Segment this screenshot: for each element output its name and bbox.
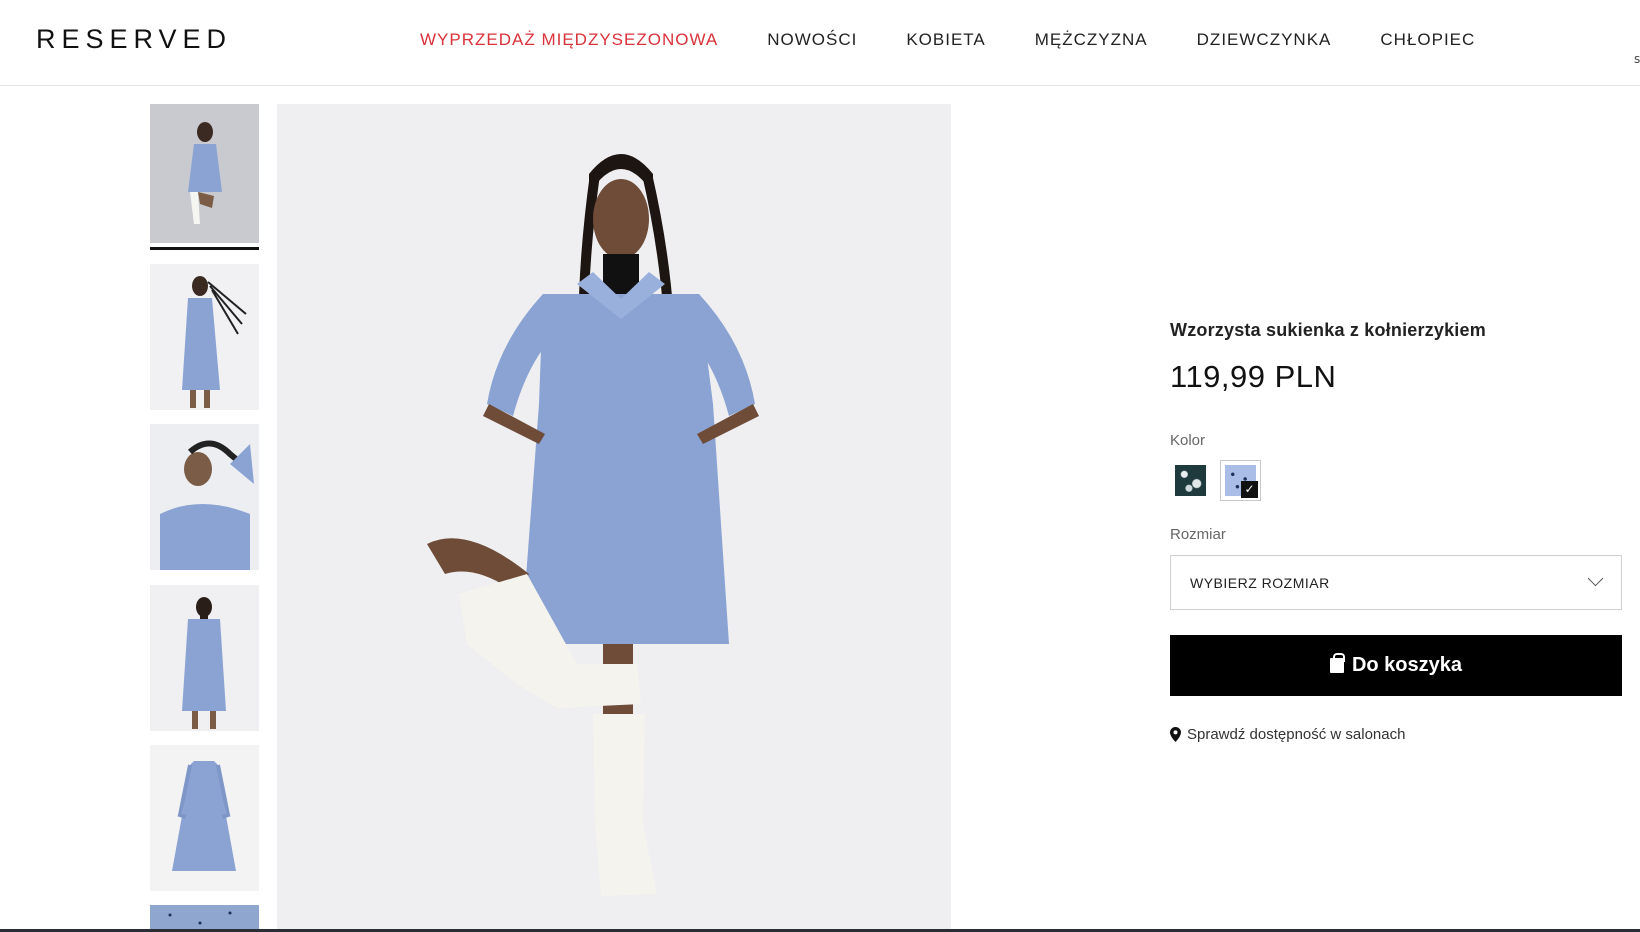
size-label: Rozmiar	[1170, 526, 1226, 543]
color-swatches: ✓	[1170, 460, 1261, 501]
add-to-cart-label: Do koszyka	[1351, 654, 1463, 676]
thumbnail-5[interactable]	[150, 745, 259, 891]
site-header: RESERVED WYPRZEDAŻ MIĘDZYSEZONOWA NOWOŚC…	[0, 0, 1640, 86]
thumbnail-5-image	[150, 745, 259, 891]
store-availability-link[interactable]: Sprawdź dostępność w salonach	[1170, 726, 1405, 743]
add-to-cart-button[interactable]: Do koszyka	[1170, 635, 1622, 696]
nav-item-women[interactable]: KOBIETA	[906, 30, 985, 50]
color-swatch-blue-dotted[interactable]: ✓	[1220, 460, 1261, 501]
product-panel: Wzorzysta sukienka z kołnierzykiem 119,9…	[1170, 320, 1622, 743]
thumbnail-4-image	[150, 585, 259, 731]
thumbnail-3[interactable]	[150, 424, 259, 570]
thumbnail-1[interactable]	[150, 104, 259, 243]
main-product-image[interactable]	[277, 104, 951, 932]
nav-item-boys[interactable]: CHŁOPIEC	[1380, 30, 1475, 50]
swatch-dark-floral-pattern	[1175, 465, 1206, 496]
header-edge-text[interactable]: s	[1634, 52, 1640, 66]
thumbnail-4[interactable]	[150, 585, 259, 731]
color-swatch-dark-floral[interactable]	[1170, 460, 1211, 501]
model-photo	[277, 104, 951, 932]
nav-item-sale[interactable]: WYPRZEDAŻ MIĘDZYSEZONOWA	[420, 30, 718, 50]
thumbnail-2[interactable]	[150, 264, 259, 410]
nav-item-new[interactable]: NOWOŚCI	[767, 30, 857, 50]
size-select-placeholder: WYBIERZ ROZMIAR	[1190, 575, 1330, 591]
shopping-bag-icon	[1329, 653, 1345, 673]
nav-item-girls[interactable]: DZIEWCZYNKA	[1197, 30, 1332, 50]
product-title: Wzorzysta sukienka z kołnierzykiem	[1170, 320, 1486, 340]
thumbnail-6[interactable]	[150, 905, 259, 932]
active-thumbnail-indicator	[150, 247, 259, 250]
product-price: 119,99 PLN	[1170, 359, 1337, 394]
logo[interactable]: RESERVED	[36, 24, 232, 55]
thumbnail-1-image	[150, 104, 259, 243]
check-icon: ✓	[1241, 481, 1258, 498]
location-pin-icon	[1170, 727, 1181, 742]
store-availability-text: Sprawdź dostępność w salonach	[1187, 726, 1406, 743]
main-nav: WYPRZEDAŻ MIĘDZYSEZONOWA NOWOŚCI KOBIETA…	[420, 30, 1524, 50]
thumbnail-6-image	[150, 905, 259, 932]
chevron-down-icon	[1587, 570, 1604, 587]
thumbnail-gallery	[150, 104, 259, 932]
color-label: Kolor	[1170, 432, 1206, 449]
nav-item-men[interactable]: MĘŻCZYZNA	[1035, 30, 1148, 50]
thumbnail-3-image	[150, 424, 259, 570]
size-select[interactable]: WYBIERZ ROZMIAR	[1170, 555, 1622, 610]
thumbnail-2-image	[150, 264, 259, 410]
